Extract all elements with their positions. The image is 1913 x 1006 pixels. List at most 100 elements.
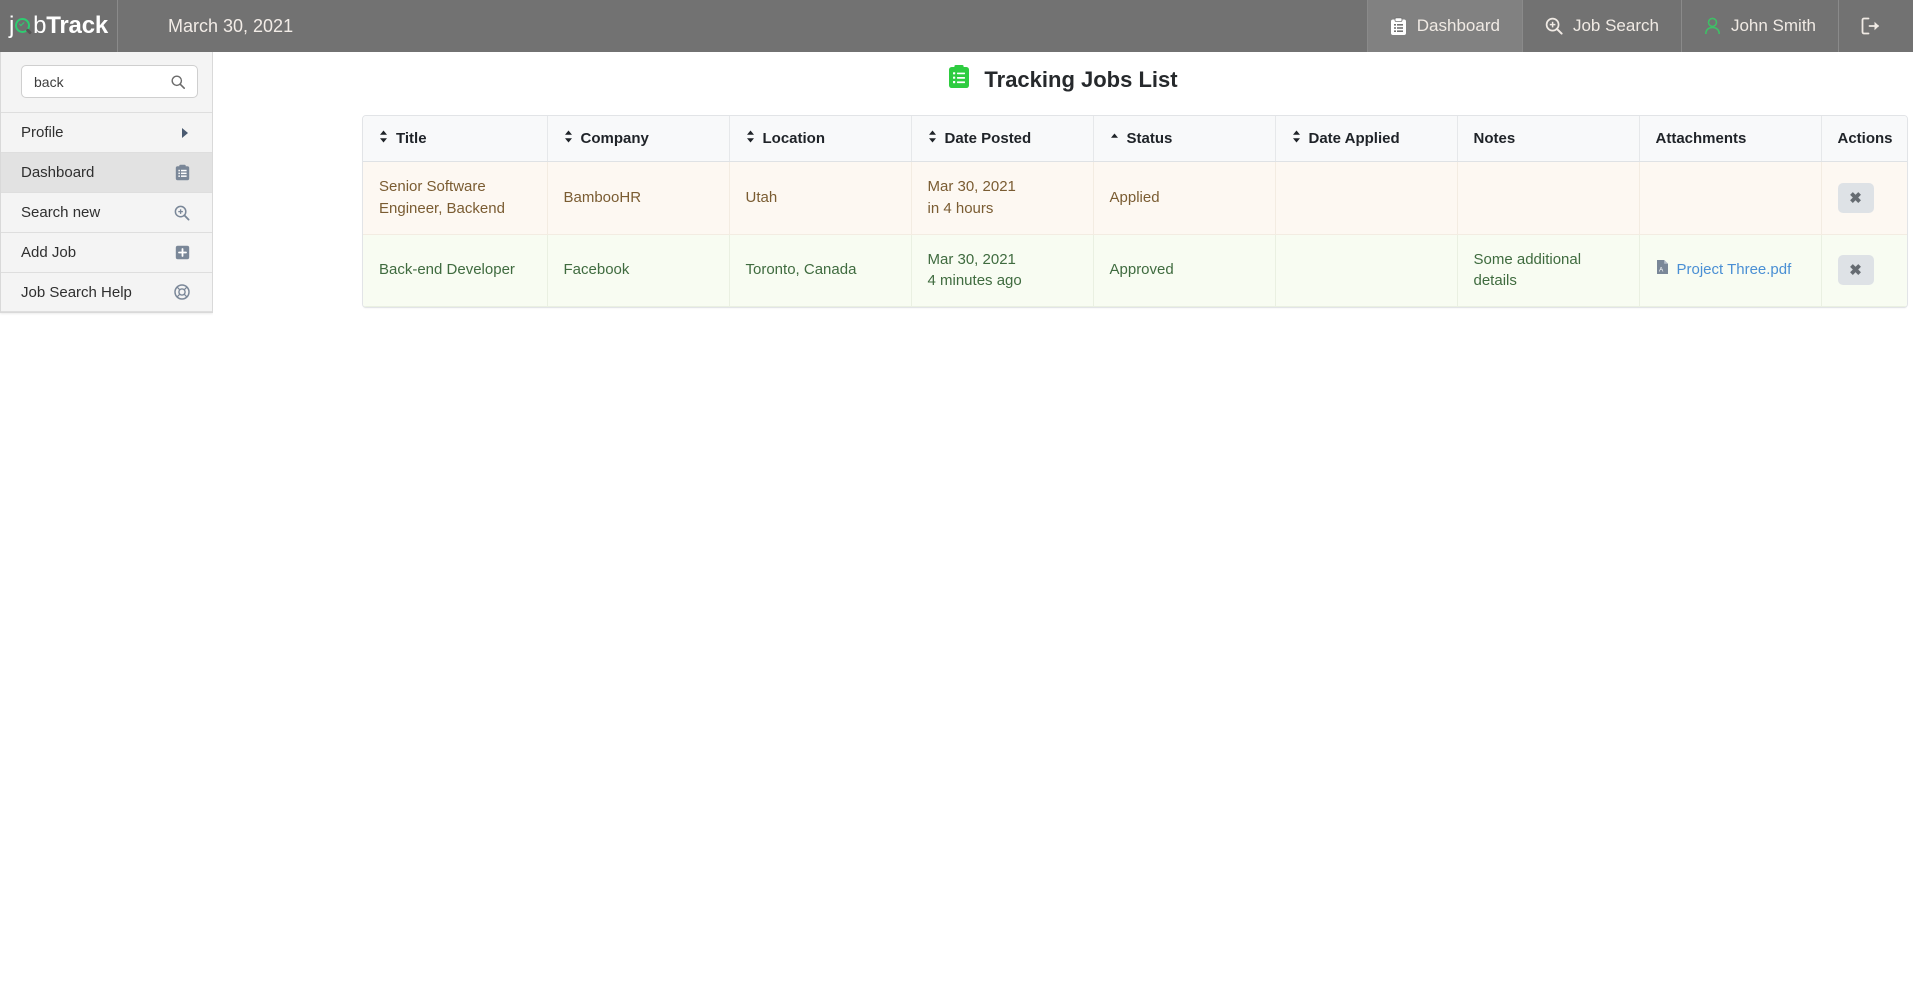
nav-item-job-search[interactable]: Job Search xyxy=(1521,0,1681,52)
clipboard-icon xyxy=(1390,16,1407,36)
brand-text-part2: b xyxy=(33,12,47,39)
column-header-location[interactable]: Location xyxy=(729,116,912,162)
clipboard-list-icon xyxy=(175,164,190,181)
column-header-date-applied-label: Date Applied xyxy=(1308,130,1400,147)
date-posted-relative: in 4 hours xyxy=(927,199,994,217)
chevron-right-icon xyxy=(180,127,190,139)
sidebar-item-search-new-label: Search new xyxy=(21,204,101,221)
brand-text-part1: j xyxy=(8,12,15,39)
nav-item-dashboard-label: Dashboard xyxy=(1416,16,1500,35)
cell-actions: ✖ xyxy=(1821,161,1907,235)
column-header-date-posted[interactable]: Date Posted xyxy=(911,116,1094,162)
column-header-notes: Notes xyxy=(1457,116,1640,162)
top-navigation-bar: j b Track March 30, 2021 Dashboard Job S… xyxy=(0,0,1913,52)
delete-row-button[interactable]: ✖ xyxy=(1837,255,1874,286)
cell-date-posted: Mar 30, 2021 4 minutes ago xyxy=(911,234,1094,307)
column-header-attachments: Attachments xyxy=(1639,116,1822,162)
cell-company: BambooHR xyxy=(547,161,730,235)
search-input[interactable] xyxy=(22,66,197,97)
sidebar-search-box[interactable] xyxy=(21,65,198,98)
current-date: March 30, 2021 xyxy=(168,15,294,36)
sort-both-icon[interactable] xyxy=(1292,130,1301,147)
brand-logo[interactable]: j b Track xyxy=(0,0,118,52)
jobs-table-wrapper: Title Company Location Date Posted Statu… xyxy=(362,115,1908,308)
column-header-notes-label: Notes xyxy=(1473,130,1516,147)
cell-location: Toronto, Canada xyxy=(729,234,912,307)
nav-item-dashboard[interactable]: Dashboard xyxy=(1366,0,1522,52)
cell-location: Utah xyxy=(729,161,912,235)
column-header-actions: Actions xyxy=(1821,116,1907,162)
cell-company: Facebook xyxy=(547,234,730,307)
cell-status: Approved xyxy=(1093,234,1276,307)
magnifier-check-icon xyxy=(15,17,33,35)
nav-item-logout[interactable] xyxy=(1838,0,1913,52)
page-title-text: Tracking Jobs List xyxy=(984,66,1178,92)
column-header-date-posted-label: Date Posted xyxy=(944,130,1032,147)
cell-date-posted: Mar 30, 2021 in 4 hours xyxy=(911,161,1094,235)
tracking-jobs-table: Title Company Location Date Posted Statu… xyxy=(363,116,1907,307)
brand-text-part3: Track xyxy=(46,12,109,39)
cell-attachments: A Project Three.pdf xyxy=(1639,234,1822,307)
column-header-date-applied[interactable]: Date Applied xyxy=(1275,116,1458,162)
sort-both-icon[interactable] xyxy=(379,130,388,147)
cell-date-applied xyxy=(1275,161,1458,235)
sidebar-item-profile-label: Profile xyxy=(21,124,64,141)
nav-item-job-search-label: Job Search xyxy=(1572,16,1659,35)
cell-date-applied xyxy=(1275,234,1458,307)
page-title: Tracking Jobs List xyxy=(213,64,1913,95)
column-header-title-label: Title xyxy=(396,130,427,147)
table-header-row: Title Company Location Date Posted Statu… xyxy=(363,116,1907,162)
column-header-status-label: Status xyxy=(1126,130,1173,147)
sort-both-icon[interactable] xyxy=(564,130,573,147)
attachment-link[interactable]: Project Three.pdf xyxy=(1677,259,1792,281)
sidebar: Profile Dashboard Search new xyxy=(0,52,213,313)
user-icon xyxy=(1704,17,1721,35)
nav-item-user-name: John Smith xyxy=(1730,16,1816,35)
delete-row-button[interactable]: ✖ xyxy=(1837,182,1874,213)
column-header-status[interactable]: Status xyxy=(1093,116,1276,162)
sort-ascending-icon[interactable] xyxy=(1110,130,1119,147)
topbar-nav-items: Dashboard Job Search John Smith xyxy=(1366,0,1913,52)
date-posted-absolute: Mar 30, 2021 xyxy=(927,178,1016,195)
pdf-file-icon: A xyxy=(1656,259,1669,282)
logout-icon xyxy=(1861,17,1881,35)
column-header-company-label: Company xyxy=(580,130,649,147)
sort-both-icon[interactable] xyxy=(746,130,755,147)
cell-status: Applied xyxy=(1093,161,1276,235)
table-row: Back-end Developer Facebook Toronto, Can… xyxy=(363,234,1907,307)
column-header-company[interactable]: Company xyxy=(547,116,730,162)
sidebar-item-dashboard-label: Dashboard xyxy=(21,164,95,181)
sidebar-item-job-search-help[interactable]: Job Search Help xyxy=(1,272,212,312)
sidebar-search-wrap xyxy=(1,52,212,112)
sidebar-item-add-job-label: Add Job xyxy=(21,244,77,261)
main-content: Tracking Jobs List Title Company Locatio… xyxy=(213,52,1913,1006)
lifebuoy-icon xyxy=(174,284,190,300)
date-posted-absolute: Mar 30, 2021 xyxy=(927,250,1016,268)
column-header-title[interactable]: Title xyxy=(363,116,548,162)
cell-actions: ✖ xyxy=(1821,234,1907,307)
sidebar-item-profile[interactable]: Profile xyxy=(1,112,212,152)
sidebar-item-dashboard[interactable]: Dashboard xyxy=(1,152,212,192)
cell-attachments xyxy=(1639,161,1822,235)
column-header-attachments-label: Attachments xyxy=(1655,130,1747,147)
sidebar-item-add-job[interactable]: Add Job xyxy=(1,232,212,272)
sort-both-icon[interactable] xyxy=(928,130,937,147)
search-plus-icon xyxy=(1545,17,1563,35)
cell-title: Senior Software Engineer, Backend xyxy=(363,161,548,235)
plus-square-icon xyxy=(175,245,190,260)
column-header-actions-label: Actions xyxy=(1837,130,1893,147)
cell-notes: Some additional details xyxy=(1457,234,1640,307)
cell-notes xyxy=(1457,161,1640,235)
svg-text:A: A xyxy=(1659,266,1664,273)
cell-title: Back-end Developer xyxy=(363,234,548,307)
sidebar-item-search-new[interactable]: Search new xyxy=(1,192,212,232)
search-plus-icon xyxy=(174,205,190,221)
sidebar-item-job-search-help-label: Job Search Help xyxy=(21,283,132,301)
table-body: Senior Software Engineer, Backend Bamboo… xyxy=(363,161,1907,307)
nav-item-user-profile[interactable]: John Smith xyxy=(1680,0,1838,52)
table-row: Senior Software Engineer, Backend Bamboo… xyxy=(363,161,1907,235)
date-posted-relative: 4 minutes ago xyxy=(927,272,1022,290)
table-header: Title Company Location Date Posted Statu… xyxy=(363,116,1907,162)
column-header-location-label: Location xyxy=(762,130,826,147)
